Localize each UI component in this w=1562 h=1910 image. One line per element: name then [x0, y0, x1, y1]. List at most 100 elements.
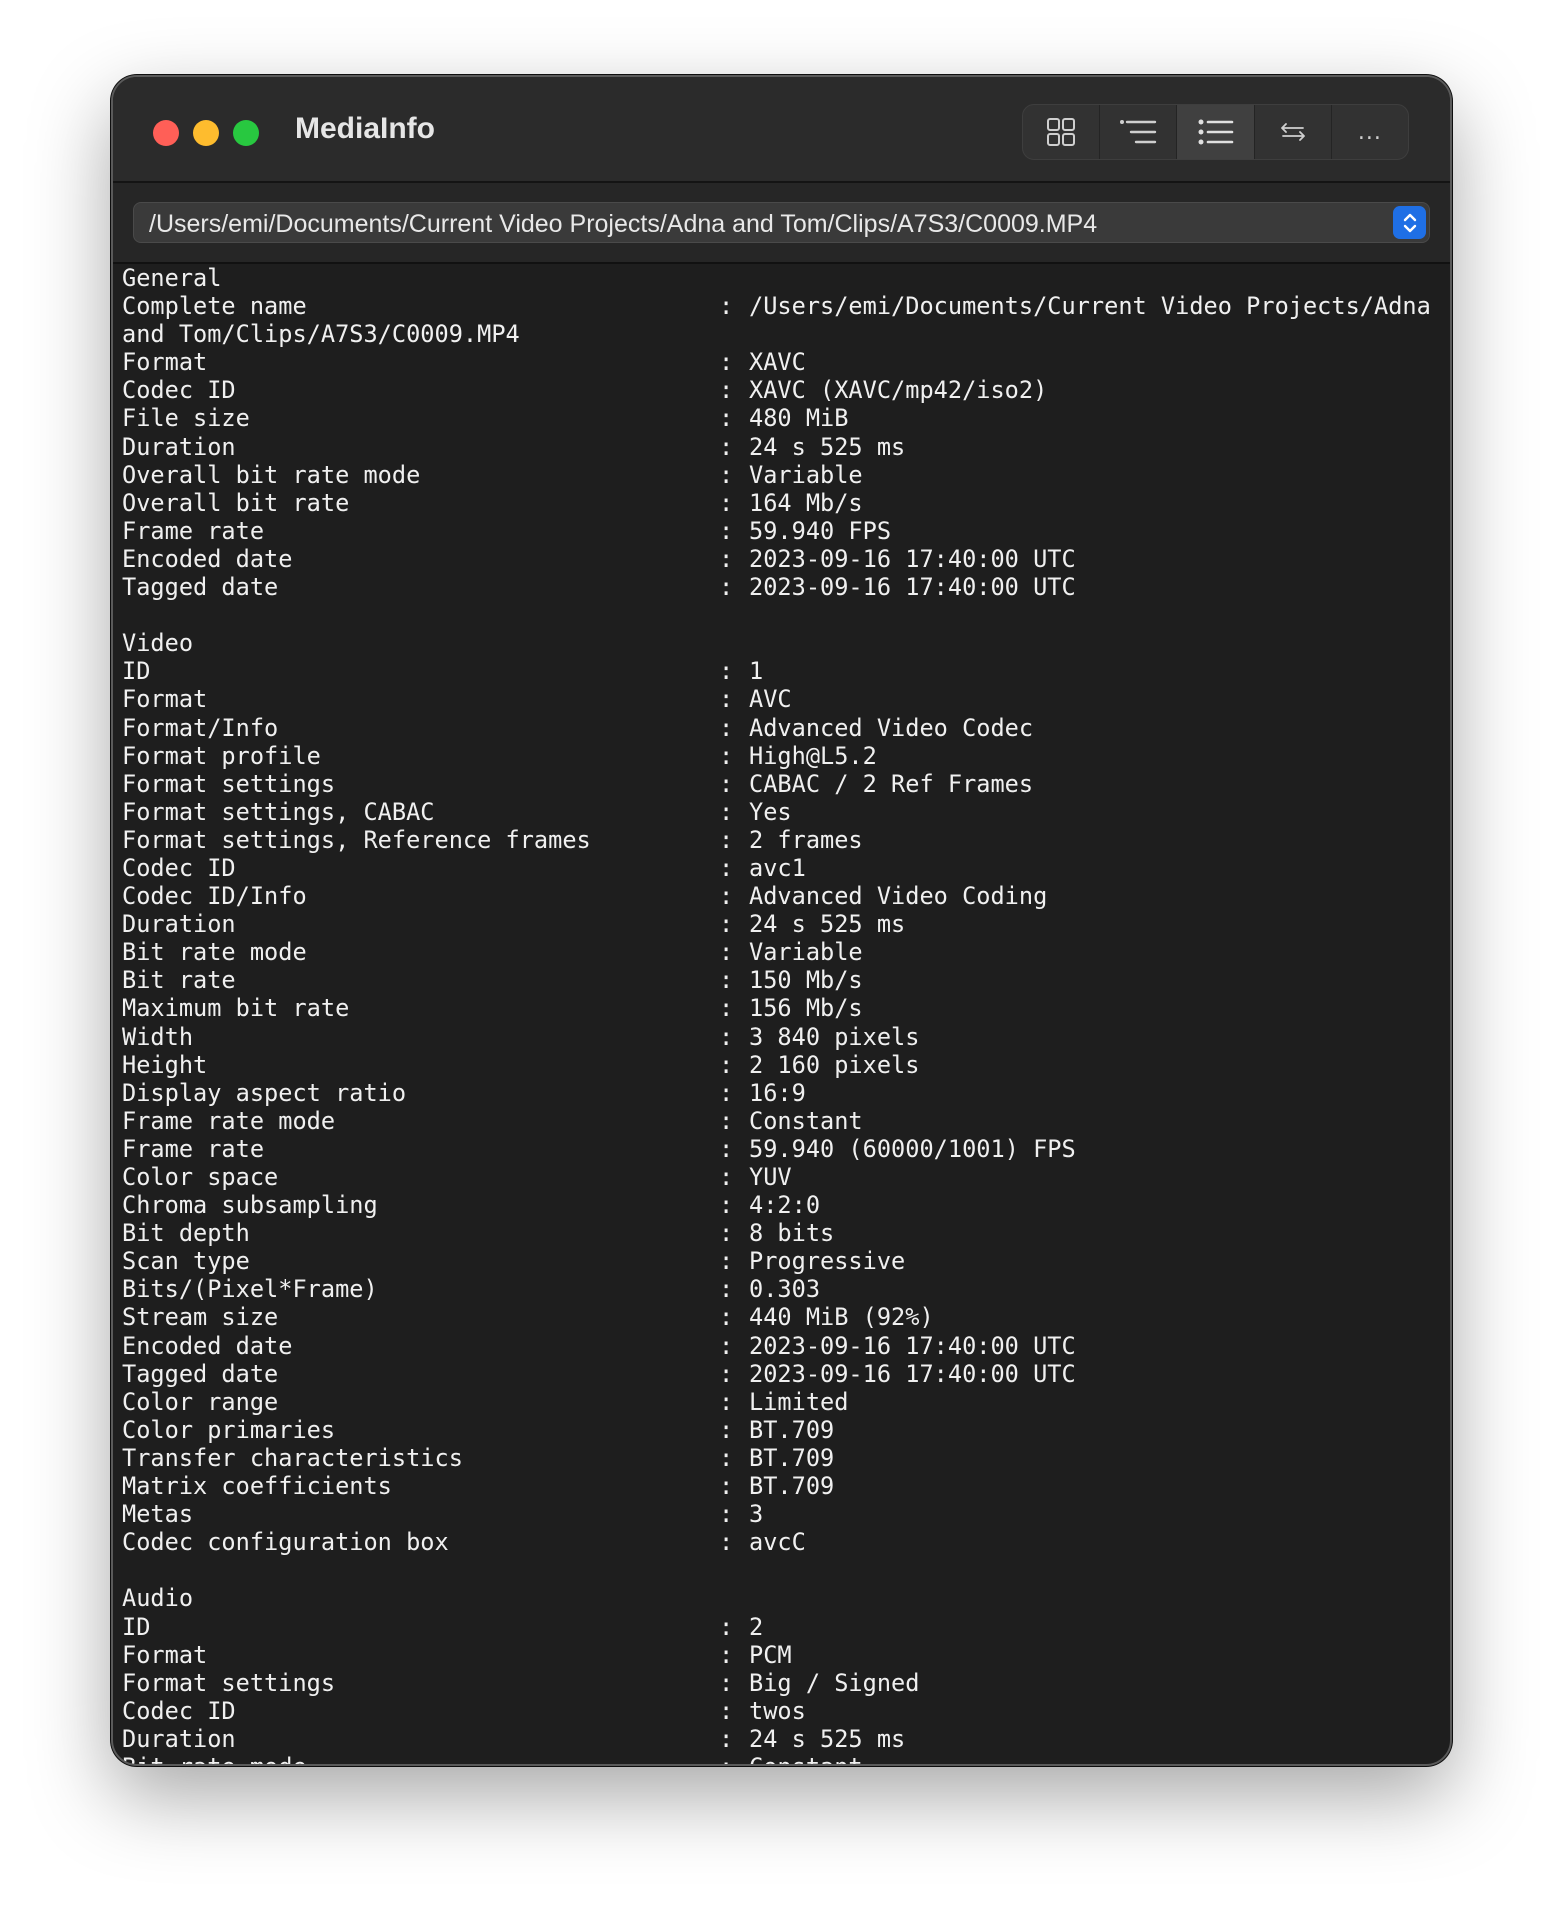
report-row: Scan type: Progressive	[122, 1247, 1442, 1275]
report-value-continuation: and Tom/Clips/A7S3/C0009.MP4	[122, 320, 520, 349]
report-row: Encoded date:2023-09-16 17:40:00 UTC	[122, 545, 1442, 573]
report-separator: :	[719, 573, 734, 602]
report-separator: :	[719, 1696, 734, 1725]
report-value: YUV	[749, 1163, 792, 1191]
report-separator: :	[719, 741, 734, 770]
report-key: Matrix coefficients	[122, 1472, 392, 1501]
report-value: 8 bits	[749, 1219, 835, 1248]
report-separator: :	[719, 769, 734, 798]
report-separator: :	[719, 1331, 734, 1360]
report-value: 2 160 pixels	[749, 1050, 920, 1079]
report-key: Format	[122, 685, 208, 714]
zoom-window-button[interactable]	[233, 120, 259, 146]
report-separator: :	[719, 1753, 749, 1764]
list-view-button[interactable]	[1177, 105, 1255, 159]
minimize-window-button[interactable]	[193, 120, 219, 146]
report-value: Big / Signed	[749, 1668, 920, 1697]
view-toolbar: ...	[1022, 104, 1409, 160]
report-row: Format/Info: Advanced Video Codec	[122, 714, 1442, 742]
report-key: Duration	[122, 432, 236, 461]
grid-view-button[interactable]	[1023, 105, 1101, 159]
report-separator: :	[719, 713, 734, 742]
dropdown-stepper-icon[interactable]	[1393, 206, 1426, 239]
report-separator: :	[719, 882, 734, 911]
report-key: Format	[122, 348, 208, 377]
report-key: Bit rate mode	[122, 1753, 719, 1764]
report-value: Variable	[749, 938, 863, 967]
report-value: 24 s 525 ms	[749, 1724, 906, 1753]
report-separator: :	[719, 1443, 734, 1472]
report-key: Bit depth	[122, 1219, 250, 1248]
report-row-complete-name: Complete name : /Users/emi/Documents/Cur…	[122, 292, 1442, 320]
report-key: Bits/(Pixel*Frame)	[122, 1275, 378, 1304]
report-row: Metas:3	[122, 1500, 1442, 1528]
report-value: 156 Mb/s	[749, 994, 863, 1023]
report-row: Format settings, CABAC: Yes	[122, 798, 1442, 826]
report-row: Stream size:440 MiB (92%)	[122, 1303, 1442, 1331]
report-value: twos	[749, 1696, 806, 1725]
report-separator: :	[719, 432, 734, 461]
swap-view-button[interactable]	[1255, 105, 1332, 159]
report-key: Format	[122, 1640, 208, 1669]
close-window-button[interactable]	[153, 120, 179, 146]
report-key: Codec configuration box	[122, 1528, 449, 1557]
report-row: Duration:24 s 525 ms	[122, 1725, 1442, 1753]
report-separator: :	[719, 853, 734, 882]
report-value: 2023-09-16 17:40:00 UTC	[749, 1331, 1076, 1360]
report-value: 3	[749, 1500, 764, 1529]
report-row: Frame rate:59.940 (60000/1001) FPS	[122, 1135, 1442, 1163]
report-value: 440 MiB (92%)	[749, 1303, 934, 1332]
report-value: 2 frames	[749, 825, 863, 854]
report-row: Tagged date:2023-09-16 17:40:00 UTC	[122, 1360, 1442, 1388]
report-row: Format profile: High@L5.2	[122, 742, 1442, 770]
report-key: Tagged date	[122, 573, 279, 602]
report-value: BT.709	[749, 1415, 835, 1444]
report-separator: :	[719, 1472, 734, 1501]
report-row: Frame rate:59.940 FPS	[122, 517, 1442, 545]
report-value: AVC	[749, 685, 792, 714]
report-row: Frame rate mode: Constant	[122, 1107, 1442, 1135]
report-key: Maximum bit rate	[122, 994, 350, 1023]
more-options-button[interactable]: ...	[1332, 105, 1408, 159]
video-section-heading: Video	[122, 629, 194, 658]
report-value: avc1	[749, 853, 806, 882]
report-row: Encoded date:2023-09-16 17:40:00 UTC	[122, 1332, 1442, 1360]
report-key: ID	[122, 657, 151, 686]
report-separator: :	[719, 994, 734, 1023]
report-separator: :	[719, 1163, 734, 1191]
report-key: Complete name	[122, 292, 307, 321]
report-value: 0.303	[749, 1275, 821, 1304]
report-key: Overall bit rate	[122, 488, 350, 517]
report-key: Display aspect ratio	[122, 1078, 407, 1107]
report-value: 59.940 FPS	[749, 516, 892, 545]
report-value: 2023-09-16 17:40:00 UTC	[749, 573, 1076, 602]
report-value: Progressive	[749, 1247, 906, 1276]
report-key: Format settings	[122, 1668, 336, 1697]
report-row: Format settings: CABAC / 2 Ref Frames	[122, 770, 1442, 798]
report-separator: :	[719, 1500, 734, 1529]
report-key: Format profile	[122, 741, 321, 770]
file-path-dropdown[interactable]: /Users/emi/Documents/Current Video Proje…	[133, 202, 1430, 243]
report-key: Tagged date	[122, 1359, 279, 1388]
report-separator: :	[719, 1134, 734, 1163]
report-separator: :	[719, 1640, 734, 1669]
file-path-bar: /Users/emi/Documents/Current Video Proje…	[113, 183, 1450, 264]
report-value: BT.709	[749, 1443, 835, 1472]
report-row: Display aspect ratio:16:9	[122, 1079, 1442, 1107]
report-key: Codec ID	[122, 1696, 236, 1725]
report-key: Overall bit rate mode	[122, 460, 421, 489]
report-separator: :	[719, 1668, 734, 1697]
report-key: Bit rate mode	[122, 938, 307, 967]
report-row: Color primaries: BT.709	[122, 1416, 1442, 1444]
tree-view-button[interactable]	[1100, 105, 1178, 159]
report-row: Width:3 840 pixels	[122, 1023, 1442, 1051]
report-row: Codec ID: twos	[122, 1697, 1442, 1725]
report-row: Color range: Limited	[122, 1388, 1442, 1416]
report-separator: :	[719, 348, 734, 377]
report-separator: :	[719, 966, 734, 995]
report-key: Color primaries	[122, 1415, 336, 1444]
report-row: Format settings, Reference frames:2 fram…	[122, 826, 1442, 854]
report-key: Duration	[122, 910, 236, 939]
window-title: MediaInfo	[295, 112, 435, 145]
